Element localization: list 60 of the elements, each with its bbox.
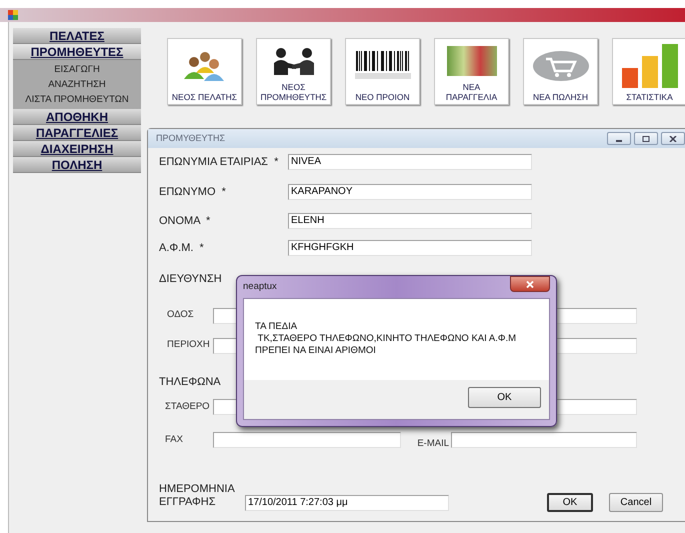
input-field[interactable] bbox=[556, 399, 637, 415]
input-field[interactable] bbox=[213, 432, 401, 448]
restore-icon bbox=[642, 136, 650, 142]
input-field[interactable]: KFHGHFGKH bbox=[288, 240, 532, 256]
app-icon bbox=[8, 10, 18, 20]
input-field[interactable] bbox=[213, 399, 237, 415]
field-label: ΕΠΩΝΥΜΟ * bbox=[159, 184, 227, 200]
submenu-item[interactable]: ΑΝΑΖΗΤΗΣΗ bbox=[48, 77, 106, 92]
minimize-button[interactable] bbox=[607, 132, 631, 145]
child-window-title: ΠΡΟΜΥΘΕΥΤΗΣ bbox=[156, 132, 226, 145]
cart-icon bbox=[532, 50, 590, 82]
input-field[interactable] bbox=[213, 338, 237, 354]
dialog-button[interactable]: Cancel bbox=[609, 493, 663, 512]
input-field[interactable]: 17/10/2011 7:27:03 μμ bbox=[245, 494, 449, 511]
toolbar-button[interactable]: ΝΕΟΣ ΠΕΛΑΤΗΣ bbox=[167, 38, 242, 105]
two-figures-icon bbox=[272, 46, 316, 74]
toolbar-button[interactable]: ΝΕΑ ΠΑΡΑΓΓΕΛΙΑ bbox=[434, 38, 509, 105]
produce-picture bbox=[446, 46, 496, 76]
dialog-title: neaptux bbox=[243, 280, 277, 294]
restore-button[interactable] bbox=[634, 132, 658, 145]
field-label: ΣΤΑΘΕΡΟ bbox=[164, 400, 211, 414]
input-field[interactable]: KARAPANOY bbox=[288, 184, 532, 200]
toolbar-button[interactable]: ΝΕΟΣ ΠΡΟΜΗΘΕΥΤΗΣ bbox=[256, 38, 331, 105]
field-label: ΟΔΟΣ bbox=[166, 308, 195, 322]
ok-button[interactable]: OK bbox=[468, 387, 541, 408]
submenu-item[interactable]: ΛΙΣΤΑ ΠΡΟΜΗΘΕΥΤΩΝ bbox=[25, 92, 129, 107]
field-label: Α.Φ.Μ. * bbox=[159, 240, 205, 256]
input-field[interactable] bbox=[451, 432, 637, 448]
input-field[interactable]: ELENH bbox=[288, 213, 532, 230]
section-heading: ΔΙΕΥΘΥΝΣΗ bbox=[159, 272, 222, 287]
field-label: FAX bbox=[164, 433, 184, 447]
dialog-message: ΤΑ ΠΕΔΙΑ ΤΚ,ΣΤΑΘΕΡΟ ΤΗΛΕΦΩΝΟ,ΚΙΝΗΤΟ ΤΗΛΕΦΩΝΟ ΚΑΙ Α.Φ.Μ ΠΡΕΠΕΙ ΝΑ ΕΙΝΑΙ ΑΡΙΘΜΟΙ bbox=[255, 321, 516, 357]
menu-header[interactable]: ΑΠΟΘΗΚΗ bbox=[13, 109, 141, 125]
bar-chart-icon bbox=[620, 44, 680, 88]
section-heading: ΤΗΛΕΦΩΝΑ bbox=[159, 374, 221, 390]
input-field[interactable] bbox=[213, 308, 237, 324]
field-label: ΗΜΕΡΟΜΗΝΙΑ ΕΓΓΡΑΦΗΣ bbox=[159, 482, 236, 509]
close-button[interactable] bbox=[510, 276, 550, 292]
menu-header[interactable]: ΠΡΟΜΗΘΕΥΤΕΣ bbox=[13, 44, 141, 60]
input-field[interactable] bbox=[556, 338, 637, 354]
menu-header[interactable]: ΠΑΡΑΓΓΕΛΙΕΣ bbox=[13, 125, 141, 141]
toolbar-button[interactable]: ΣΤΑΤΙΣΤΙΚΑ bbox=[612, 38, 685, 105]
input-field[interactable]: NIVEA bbox=[288, 154, 532, 170]
toolbar-button[interactable]: ΝΕΟ ΠΡΟΙΟΝ bbox=[345, 38, 420, 105]
input-field[interactable] bbox=[556, 308, 637, 324]
people-icon bbox=[184, 50, 226, 80]
field-label: ΟΝΟΜΑ * bbox=[159, 214, 212, 229]
dialog-button[interactable]: OK bbox=[547, 493, 593, 512]
menu-header[interactable]: ΠΕΛΑΤΕΣ bbox=[13, 28, 141, 44]
field-label: ΠΕΡΙΟΧΗ bbox=[166, 338, 211, 352]
field-label: E-MAIL bbox=[417, 437, 449, 451]
close-icon bbox=[526, 280, 534, 288]
close-button[interactable] bbox=[661, 132, 685, 145]
close-icon bbox=[669, 136, 677, 142]
submenu-item[interactable]: ΕΙΣΑΓΩΓΗ bbox=[54, 62, 100, 77]
field-label: ΕΠΩΝΥΜΙΑ ΕΤΑΙΡΙΑΣ * bbox=[159, 155, 280, 170]
barcode-icon bbox=[354, 50, 410, 80]
toolbar-button[interactable]: ΝΕΑ ΠΩΛΗΣΗ bbox=[523, 38, 598, 105]
menu-header[interactable]: ΔΙΑΧΕΙΡΗΣΗ bbox=[13, 141, 141, 157]
menu-header[interactable]: ΠΟΛΗΣΗ bbox=[13, 157, 141, 173]
